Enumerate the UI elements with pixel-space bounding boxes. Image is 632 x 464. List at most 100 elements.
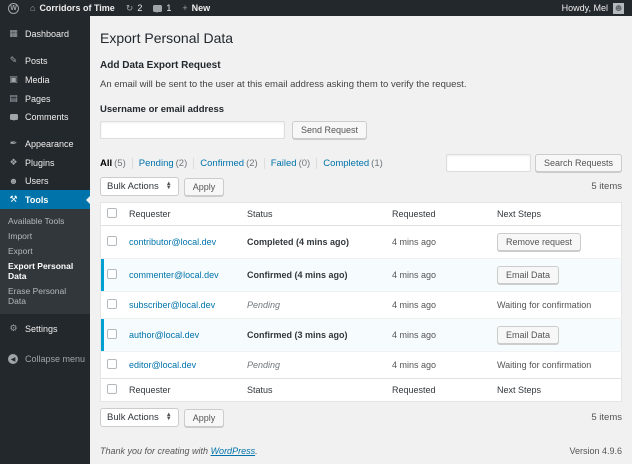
sidebar-item-dashboard[interactable]: ▦ Dashboard [0, 24, 90, 43]
tools-submenu: Available Tools Import Export Export Per… [0, 209, 90, 314]
column-status: Status [241, 378, 386, 402]
requester-link[interactable]: commenter@local.dev [129, 270, 219, 280]
sidebar-item-comments[interactable]: Comments [0, 108, 90, 126]
filter-completed[interactable]: Completed (1) [317, 158, 389, 169]
sidebar-item-label: Appearance [25, 138, 74, 149]
tools-icon: ⚒ [9, 194, 18, 204]
username-label: Username or email address [100, 104, 225, 115]
howdy-text: Howdy, Mel [561, 3, 608, 13]
sidebar-item-settings[interactable]: ⚙ Settings [0, 319, 90, 338]
column-requested[interactable]: Requested [386, 378, 491, 402]
next-steps-text: Waiting for confirmation [497, 300, 592, 310]
submenu-available-tools[interactable]: Available Tools [0, 213, 90, 228]
requester-link[interactable]: author@local.dev [129, 330, 199, 340]
pages-icon: ▤ [9, 93, 18, 103]
remove-request-button[interactable]: Remove request [497, 233, 582, 251]
search-box: Search Requests [445, 154, 622, 172]
sidebar-item-label: Plugins [25, 157, 55, 168]
new-content-menu[interactable]: + New [182, 3, 210, 13]
updates-count: 2 [137, 3, 143, 13]
updates-menu[interactable]: ↻ 2 [126, 3, 143, 13]
row-checkbox[interactable] [107, 359, 117, 369]
table-row: commenter@local.dev Confirmed (4 mins ag… [100, 258, 622, 292]
column-requester[interactable]: Requester [123, 202, 241, 226]
account-menu[interactable]: Howdy, Mel ☻ [561, 2, 624, 14]
username-input[interactable] [100, 121, 285, 139]
status-text: Confirmed (3 mins ago) [247, 330, 348, 340]
site-name-menu[interactable]: ⌂ Corridors of Time [30, 3, 115, 13]
items-count: 5 items [591, 412, 622, 423]
media-icon: ▣ [9, 74, 18, 84]
admin-bar: W ⌂ Corridors of Time ↻ 2 1 + New Howdy,… [0, 0, 632, 16]
collapse-label: Collapse menu [25, 354, 86, 364]
tablenav-top: Bulk Actions ▲ ▼ Apply 5 items [100, 177, 622, 196]
email-data-button[interactable]: Email Data [497, 266, 560, 284]
submenu-export-personal-data[interactable]: Export Personal Data [0, 258, 90, 283]
requester-link[interactable]: subscriber@local.dev [129, 300, 215, 310]
sidebar-item-label: Comments [25, 112, 69, 122]
comments-bubble-icon [153, 4, 163, 13]
updates-icon: ↻ [125, 2, 134, 13]
sidebar-collapse-menu[interactable]: ◀ Collapse menu [0, 350, 90, 368]
row-checkbox[interactable] [107, 329, 117, 339]
main-content: Export Personal Data Add Data Export Req… [90, 16, 632, 464]
comments-icon [8, 112, 19, 122]
column-requested[interactable]: Requested [386, 202, 491, 226]
bulk-actions-select[interactable]: Bulk Actions ▲ ▼ [100, 177, 179, 196]
sidebar-item-plugins[interactable]: ❖ Plugins [0, 153, 90, 172]
comments-menu[interactable]: 1 [153, 3, 171, 13]
sidebar-item-label: Settings [25, 323, 58, 334]
submenu-erase-personal-data[interactable]: Erase Personal Data [0, 283, 90, 308]
select-arrows-icon: ▲ ▼ [165, 181, 172, 191]
requested-text: 4 mins ago [392, 237, 437, 247]
status-text: Completed (4 mins ago) [247, 237, 350, 247]
column-requester[interactable]: Requester [123, 378, 241, 402]
filter-failed[interactable]: Failed (0) [265, 157, 318, 169]
settings-icon: ⚙ [9, 323, 18, 333]
requester-link[interactable]: editor@local.dev [129, 360, 196, 370]
row-checkbox[interactable] [107, 299, 117, 309]
filter-pending[interactable]: Pending (2) [133, 157, 195, 169]
posts-icon: ✎ [9, 55, 18, 65]
sidebar-item-appearance[interactable]: ✒ Appearance [0, 134, 90, 153]
plus-icon: + [182, 2, 188, 13]
sidebar-item-tools[interactable]: ⚒ Tools [0, 190, 90, 209]
table-header-row: Requester Status Requested Next Steps [100, 202, 622, 226]
requested-text: 4 mins ago [392, 360, 437, 370]
next-steps-text: Waiting for confirmation [497, 360, 592, 370]
search-input[interactable] [445, 154, 531, 172]
table-row: author@local.dev Confirmed (3 mins ago) … [100, 318, 622, 352]
search-requests-button[interactable]: Search Requests [534, 154, 622, 172]
submenu-import[interactable]: Import [0, 228, 90, 243]
requested-text: 4 mins ago [392, 330, 437, 340]
new-label: New [191, 3, 211, 13]
appearance-icon: ✒ [9, 138, 18, 148]
sidebar-item-posts[interactable]: ✎ Posts [0, 51, 90, 70]
sidebar-item-media[interactable]: ▣ Media [0, 70, 90, 89]
table-row: editor@local.dev Pending 4 mins ago Wait… [100, 351, 622, 379]
site-name: Corridors of Time [39, 3, 115, 13]
wp-logo-menu[interactable]: W [8, 2, 19, 14]
avatar: ☻ [613, 2, 624, 14]
sidebar-item-pages[interactable]: ▤ Pages [0, 89, 90, 108]
apply-button[interactable]: Apply [183, 177, 225, 196]
select-all-checkbox[interactable] [107, 384, 117, 394]
status-text: Pending [247, 300, 281, 310]
requester-link[interactable]: contributor@local.dev [129, 237, 216, 247]
row-checkbox[interactable] [107, 269, 117, 279]
submenu-export[interactable]: Export [0, 243, 90, 258]
sidebar-item-label: Posts [25, 55, 48, 66]
wordpress-link[interactable]: WordPress [211, 446, 256, 456]
email-data-button[interactable]: Email Data [497, 326, 560, 344]
filter-all[interactable]: All (5) [100, 157, 133, 169]
filter-confirmed[interactable]: Confirmed (2) [194, 157, 265, 169]
sidebar-item-users[interactable]: ☻ Users [0, 172, 90, 190]
send-request-button[interactable]: Send Request [292, 121, 368, 139]
select-all-checkbox[interactable] [107, 208, 117, 218]
apply-button[interactable]: Apply [183, 408, 225, 427]
description-text: An email will be sent to the user at thi… [100, 79, 467, 90]
page-footer: Thank you for creating with WordPress. V… [100, 446, 622, 456]
users-icon: ☻ [8, 176, 19, 186]
row-checkbox[interactable] [107, 236, 117, 246]
bulk-actions-select[interactable]: Bulk Actions ▲ ▼ [100, 408, 179, 427]
